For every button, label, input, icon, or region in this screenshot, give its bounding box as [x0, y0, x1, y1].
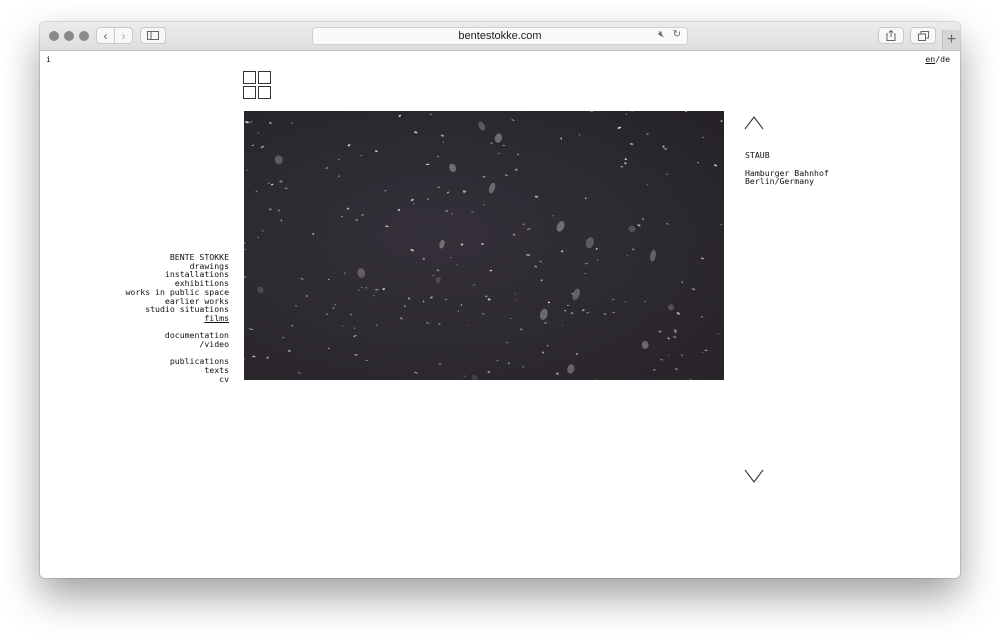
lang-en-link[interactable]: en: [925, 54, 935, 64]
nav-item-cv[interactable]: cv: [125, 375, 229, 384]
info-link[interactable]: i: [46, 55, 51, 64]
minimize-window-button[interactable]: [64, 31, 74, 41]
forward-button[interactable]: ›: [114, 27, 133, 44]
chevron-down-icon[interactable]: [744, 469, 764, 483]
grid-view-icon[interactable]: [243, 71, 272, 100]
tabs-overview-button[interactable]: [910, 27, 936, 44]
address-bar[interactable]: bentestokke.com 🔇︎ ↻: [312, 27, 688, 45]
mute-audio-icon[interactable]: 🔇︎: [658, 29, 664, 40]
work-caption: STAUB Hamburger Bahnhof Berlin/Germany: [745, 151, 829, 186]
work-title: STAUB: [745, 150, 770, 160]
chevron-right-icon: ›: [121, 28, 126, 43]
sidebar-icon: [147, 31, 159, 40]
tabs-icon: [917, 30, 929, 41]
nav-item-video[interactable]: /video: [125, 340, 229, 349]
share-icon: [886, 30, 896, 41]
web-page: i en/de BENTE STOKKE drawings installati…: [40, 51, 960, 578]
work-location-line2: Berlin/Germany: [745, 176, 815, 187]
back-button[interactable]: ‹: [96, 27, 115, 44]
close-window-button[interactable]: [49, 31, 59, 41]
nav-item-films[interactable]: films: [125, 314, 229, 323]
language-switcher: en/de: [925, 55, 950, 64]
new-tab-button[interactable]: +: [942, 30, 960, 50]
browser-toolbar: ‹ › bentestokke.com 🔇︎ ↻ +: [40, 22, 960, 51]
plus-icon: +: [946, 31, 957, 48]
chevron-left-icon: ‹: [103, 28, 108, 43]
reload-icon[interactable]: ↻: [673, 29, 681, 40]
lang-de-link[interactable]: de: [940, 54, 950, 64]
share-button[interactable]: [878, 27, 904, 44]
browser-window: ‹ › bentestokke.com 🔇︎ ↻ + i en/de BENTE…: [40, 22, 960, 578]
site-navigation: BENTE STOKKE drawings installations exhi…: [125, 253, 229, 384]
nav-item-texts[interactable]: texts: [125, 366, 229, 375]
film-video-player[interactable]: [244, 111, 724, 380]
url-text: bentestokke.com: [458, 30, 542, 42]
zoom-window-button[interactable]: [79, 31, 89, 41]
chevron-up-icon[interactable]: [744, 116, 764, 130]
sidebar-button[interactable]: [140, 27, 166, 44]
